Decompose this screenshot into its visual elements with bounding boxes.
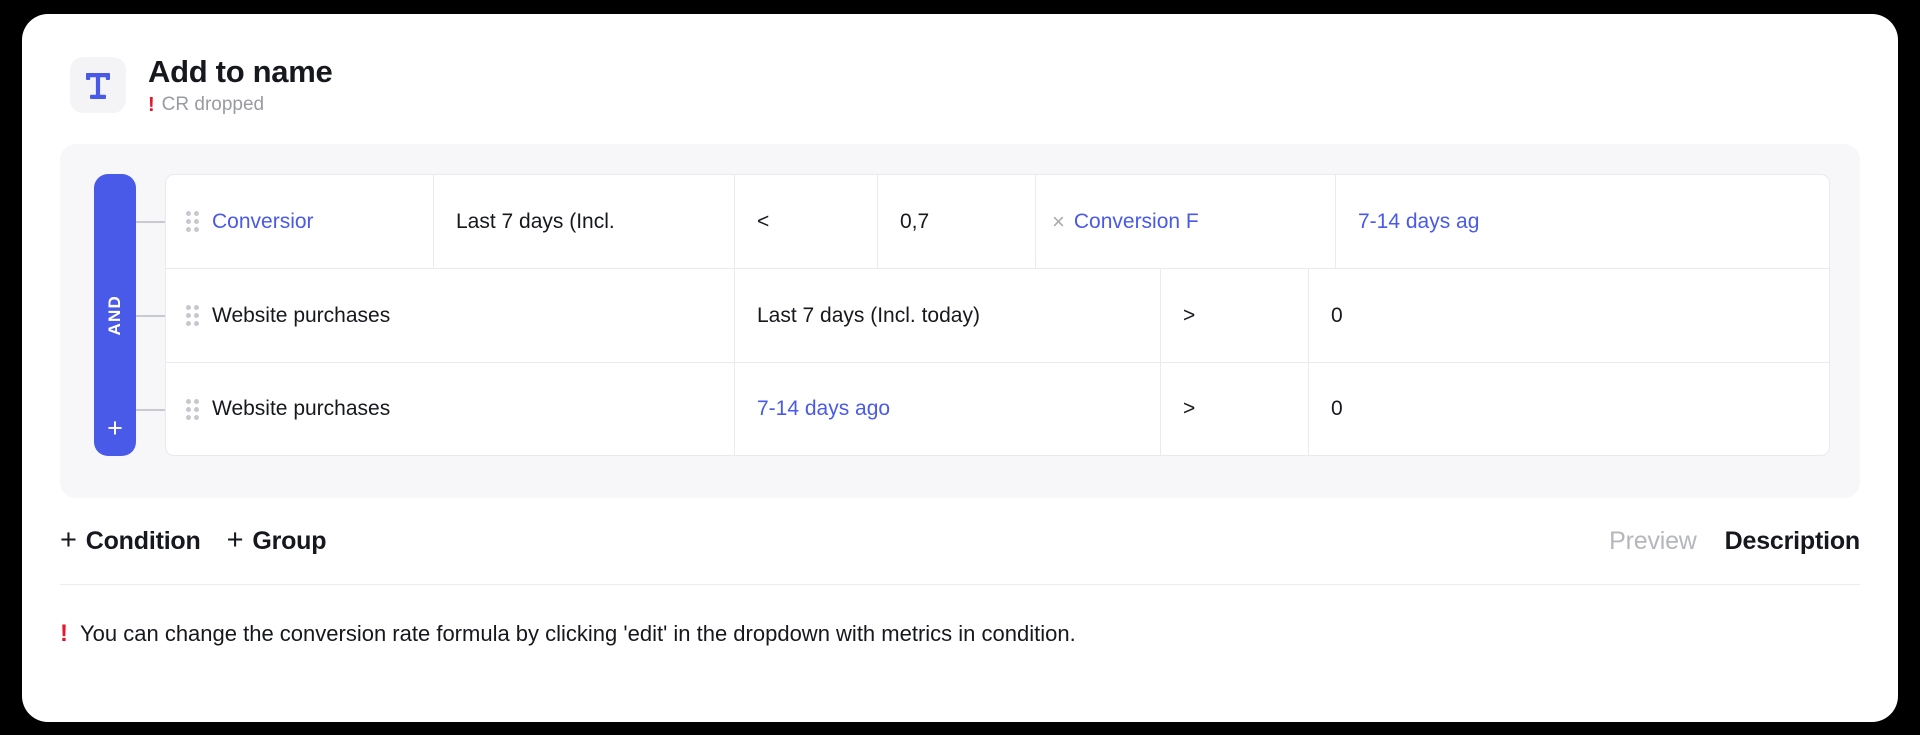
- warning-exclamation-icon: !: [148, 93, 155, 116]
- condition-group: AND + Conversior Last 7 days (Incl. < 0,…: [60, 174, 1860, 456]
- subtitle-row: ! CR dropped: [148, 94, 332, 116]
- row-period-cell[interactable]: 7-14 days ago: [735, 363, 1161, 455]
- value-label: 0,7: [900, 209, 930, 233]
- warning-exclamation-icon: !: [60, 620, 68, 647]
- toolbar-right-group: Preview Description: [1609, 527, 1860, 556]
- metric-label: Website purchases: [212, 397, 391, 420]
- value-label: 0: [1331, 303, 1343, 327]
- tab-description[interactable]: Description: [1725, 527, 1861, 556]
- period-label: Last 7 days (Incl. today): [757, 303, 980, 327]
- logical-operator-rail-and[interactable]: AND +: [94, 174, 136, 456]
- row-operator-cell[interactable]: >: [1161, 269, 1309, 362]
- row-value-cell[interactable]: 0: [1309, 363, 1829, 455]
- metric-label: Website purchases: [212, 303, 391, 327]
- plus-icon: +: [226, 523, 244, 556]
- second-period-label: 7-14 days ag: [1358, 209, 1480, 233]
- connector-line: [136, 315, 165, 317]
- second-metric-label: Conversion F: [1073, 209, 1199, 233]
- table-row: Conversior Last 7 days (Incl. < 0,7 × Co…: [165, 174, 1830, 268]
- metric-label: Conversior: [212, 209, 314, 233]
- conditions-panel: AND + Conversior Last 7 days (Incl. < 0,…: [60, 144, 1860, 498]
- row-value-cell[interactable]: 0: [1309, 269, 1829, 362]
- operator-label: >: [1183, 303, 1196, 327]
- condition-builder-card: Add to name ! CR dropped AND + Conversio…: [22, 14, 1898, 722]
- connector-line: [136, 221, 165, 223]
- drag-handle-icon[interactable]: [186, 398, 199, 420]
- add-condition-label: Condition: [85, 526, 201, 555]
- row-second-metric-cell[interactable]: × Conversion F: [1036, 175, 1336, 268]
- table-row: Website purchases 7-14 days ago > 0: [165, 362, 1830, 456]
- row-metric-cell[interactable]: Website purchases: [166, 363, 735, 455]
- add-group-button[interactable]: + Group: [226, 523, 327, 556]
- row-operator-cell[interactable]: <: [735, 175, 878, 268]
- row-operator-cell[interactable]: >: [1161, 363, 1309, 455]
- condition-rows: Conversior Last 7 days (Incl. < 0,7 × Co…: [165, 174, 1830, 456]
- row-value-cell[interactable]: 0,7: [878, 175, 1036, 268]
- connector-lines: [136, 174, 165, 456]
- footer-hint: ! You can change the conversion rate for…: [22, 585, 1898, 683]
- screen: Add to name ! CR dropped AND + Conversio…: [0, 0, 1920, 735]
- title-block: Add to name ! CR dropped: [148, 54, 333, 116]
- and-operator-label: AND: [105, 294, 124, 336]
- row-metric-cell[interactable]: Conversior: [166, 175, 434, 268]
- card-header: Add to name ! CR dropped: [22, 14, 1898, 144]
- add-group-label: Group: [252, 526, 327, 555]
- row-period-cell[interactable]: Last 7 days (Incl. today): [735, 269, 1161, 362]
- period-label: Last 7 days (Incl.: [456, 209, 615, 233]
- operator-label: <: [757, 209, 770, 233]
- footer-hint-text: You can change the conversion rate formu…: [80, 621, 1076, 646]
- period-label: 7-14 days ago: [757, 397, 891, 420]
- operator-label: >: [1183, 397, 1196, 420]
- drag-handle-icon[interactable]: [186, 305, 199, 326]
- text-format-T-icon: [70, 57, 126, 113]
- row-second-period-cell[interactable]: 7-14 days ag: [1336, 175, 1829, 268]
- row-period-cell[interactable]: Last 7 days (Incl.: [434, 175, 735, 268]
- connector-line: [136, 409, 165, 411]
- page-title: Add to name: [148, 54, 333, 89]
- row-metric-cell[interactable]: Website purchases: [166, 269, 735, 362]
- tab-preview[interactable]: Preview: [1609, 527, 1697, 556]
- drag-handle-icon[interactable]: [186, 211, 199, 232]
- builder-toolbar: + Condition + Group Preview Description: [22, 498, 1898, 584]
- plus-icon: +: [60, 523, 77, 556]
- toolbar-left-group: + Condition + Group: [60, 523, 327, 556]
- table-row: Website purchases Last 7 days (Incl. tod…: [165, 268, 1830, 362]
- value-label: 0: [1331, 397, 1343, 420]
- multiply-icon: ×: [1052, 208, 1065, 234]
- add-condition-button[interactable]: + Condition: [60, 523, 201, 556]
- add-condition-plus-icon[interactable]: +: [94, 415, 136, 442]
- subtitle-text: CR dropped: [161, 93, 265, 115]
